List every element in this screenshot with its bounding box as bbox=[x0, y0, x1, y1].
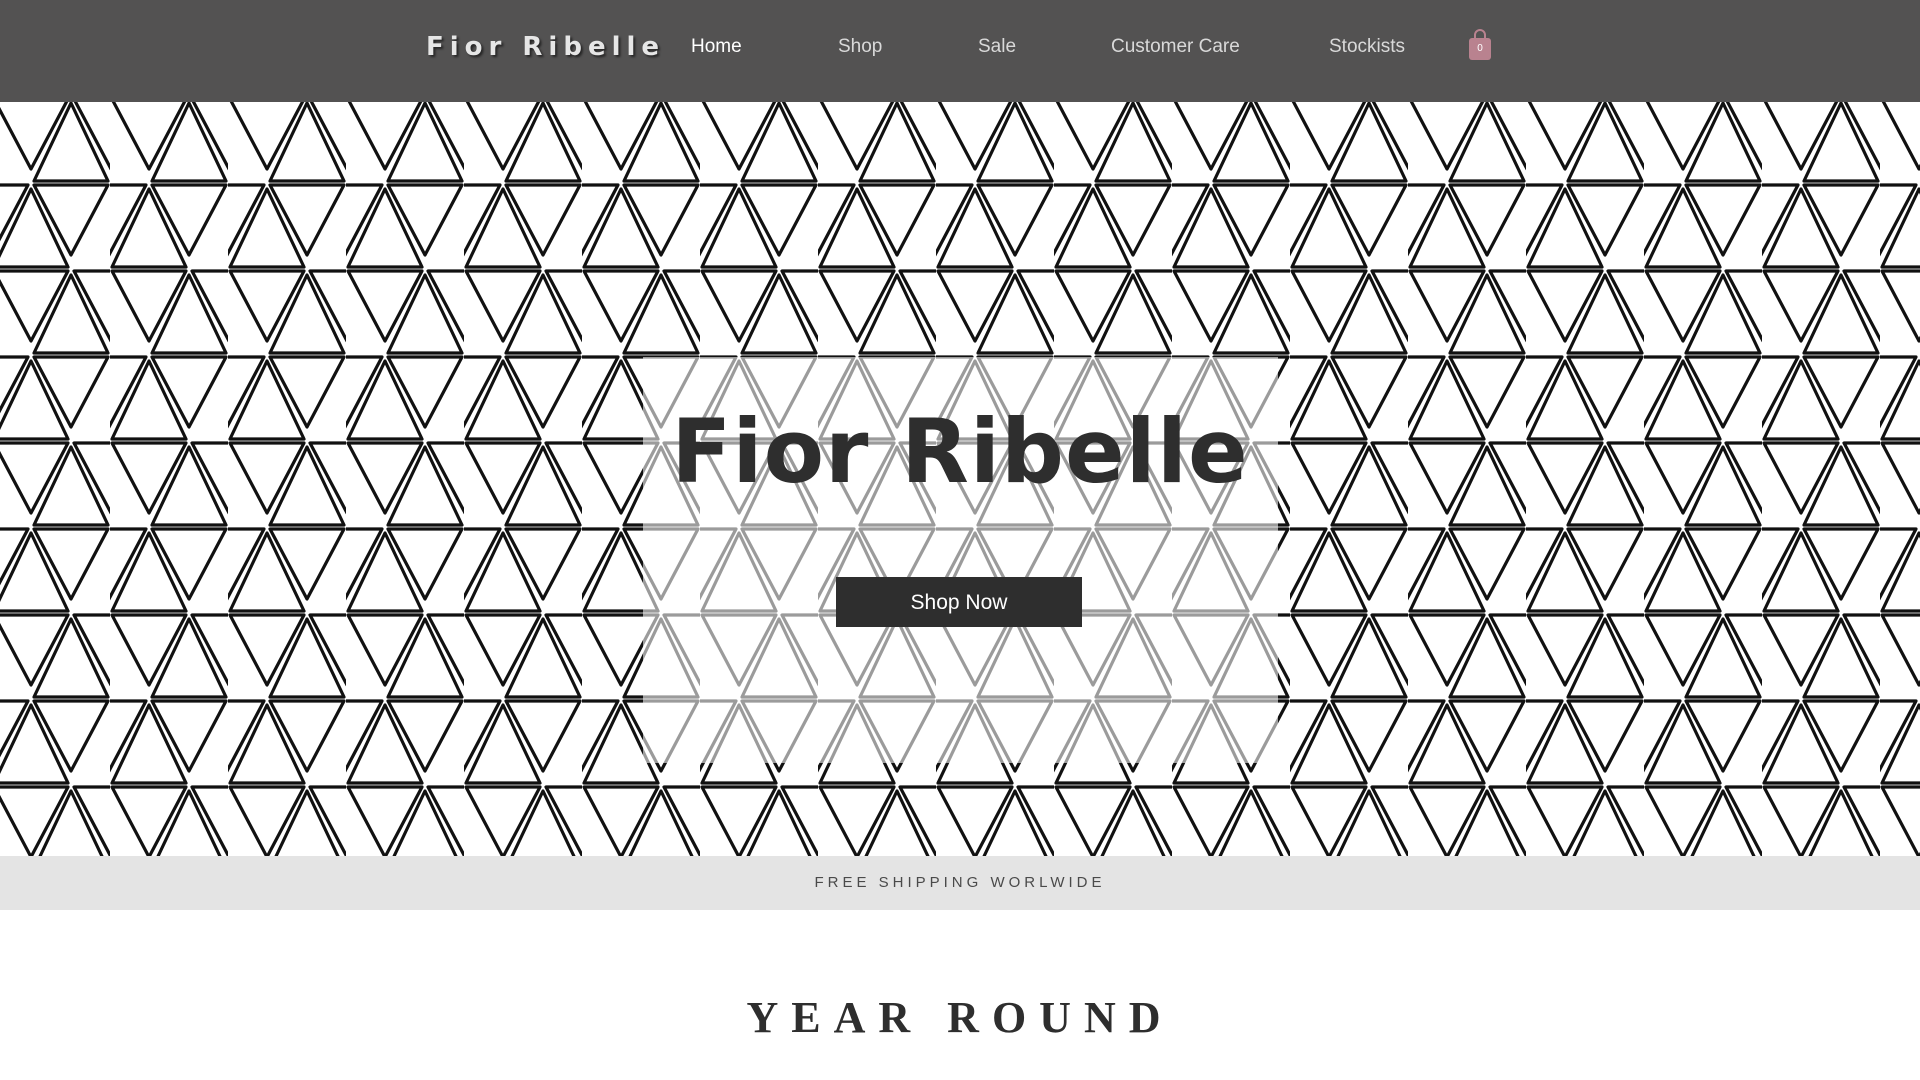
section-title: YEAR ROUND bbox=[746, 993, 1174, 1042]
nav-sale[interactable]: Sale bbox=[978, 36, 1016, 58]
site-logo[interactable]: Fior Ribelle bbox=[426, 32, 665, 62]
cart-count: 0 bbox=[1477, 43, 1483, 54]
hero-title: Fior Ribelle bbox=[671, 400, 1249, 503]
nav-customer-care[interactable]: Customer Care bbox=[1111, 36, 1240, 58]
shipping-banner: FREE SHIPPING WORLWIDE bbox=[0, 856, 1920, 910]
shop-now-button[interactable]: Shop Now bbox=[836, 577, 1082, 627]
nav-stockists[interactable]: Stockists bbox=[1329, 36, 1405, 58]
nav-shop[interactable]: Shop bbox=[838, 36, 882, 58]
site-header: Fior Ribelle Home Shop Sale Customer Car… bbox=[0, 0, 1920, 102]
nav-home[interactable]: Home bbox=[691, 36, 742, 58]
hero-banner: Fior Ribelle Shop Now bbox=[0, 102, 1920, 856]
cart-button[interactable]: 0 bbox=[1466, 28, 1494, 62]
